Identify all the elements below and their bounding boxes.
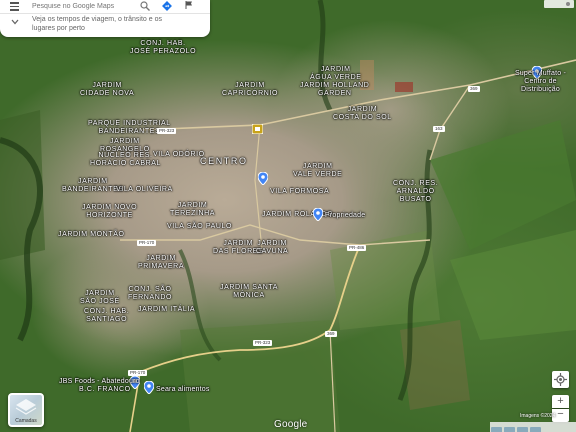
- search-panel: Veja os tempos de viagem, o trânsito e o…: [0, 0, 210, 37]
- my-location-button[interactable]: [552, 371, 569, 388]
- footer-bar: [490, 422, 576, 432]
- search-row: [0, 0, 210, 14]
- footer-icon[interactable]: [530, 427, 541, 432]
- label-jardim-terezinha: JARDIM TEREZINHA: [170, 202, 216, 217]
- map-pin-icon[interactable]: [144, 381, 154, 394]
- layers-button[interactable]: Camadas: [8, 393, 44, 427]
- collapse-toggle[interactable]: [544, 0, 574, 8]
- poi-jbs[interactable]: JBS Foods - Abatedouro: [59, 378, 140, 386]
- label-bc-franco: B.C. FRANCO: [79, 386, 131, 393]
- shopping-icon[interactable]: [252, 124, 263, 134]
- poi-super-muffato[interactable]: Super Muffato - Centro de Distribuição: [505, 70, 576, 94]
- label-jardim-primavera: JARDIM PRIMAVERA: [138, 255, 185, 270]
- label-vila-odorio: VILA ODÓRIO: [153, 151, 205, 158]
- directions-icon[interactable]: [162, 1, 172, 11]
- poi-propriedade[interactable]: Propriedade: [325, 212, 365, 220]
- zoom-in-button[interactable]: +: [552, 395, 569, 408]
- road-shield: PR-486: [347, 245, 367, 251]
- road-shield: PR-170: [137, 240, 157, 246]
- label-jardim-capricornio: JARDIM CAPRICÓRNIO: [222, 82, 278, 97]
- label-jardim-montao: JARDIM MONTÃO: [58, 231, 125, 238]
- road-shield: PR-323: [253, 340, 273, 346]
- label-nucleo-res: NÚCLEO RES. HORÁCIO CABRAL: [90, 152, 162, 167]
- footer-icon[interactable]: [504, 427, 515, 432]
- imagery-credit: Imagens ©2024: [520, 413, 556, 419]
- road-shield: 163: [433, 126, 445, 132]
- label-conj-hab-santiago: CONJ. HAB. SANTIAGO: [84, 308, 130, 323]
- road-shield: 369: [325, 331, 337, 337]
- search-icon[interactable]: [140, 1, 150, 11]
- poi-seara[interactable]: Seara alimentos: [156, 386, 210, 394]
- label-jardim-vale-verde: JARDIM VALE VERDE: [293, 163, 343, 178]
- footer-icon[interactable]: [517, 427, 528, 432]
- label-jardim-santa-monica: JARDIM SANTA MÔNICA: [220, 284, 279, 299]
- search-input[interactable]: [32, 0, 132, 12]
- layers-label: Camadas: [15, 418, 37, 424]
- map-pin-icon[interactable]: [258, 172, 268, 185]
- hint-row[interactable]: Veja os tempos de viagem, o trânsito e o…: [0, 14, 210, 37]
- label-jardim-italia: JARDIM ITÁLIA: [138, 306, 196, 313]
- my-location-icon: [554, 373, 567, 386]
- label-jardim-cavuna: JARDIM CAVUNA: [256, 240, 289, 255]
- label-jardim-agua-verde: JARDIM ÁGUA VERDE: [310, 66, 362, 81]
- layers-icon: [15, 399, 37, 415]
- label-conj-hab-jose-perazolo: CONJ. HAB. JOSÉ PERAZOLO: [130, 40, 197, 55]
- label-jardim-bandeirantes: JARDIM BANDEIRANTES: [62, 178, 124, 193]
- google-logo: Google: [274, 419, 308, 430]
- label-conj-sao-fernando: CONJ. SÃO FERNANDO: [128, 286, 173, 301]
- label-jardim-cidade-nova: JARDIM CIDADE NOVA: [80, 82, 135, 97]
- road-shield: 369: [468, 86, 480, 92]
- label-vila-formosa: VILA FORMOSA: [270, 188, 330, 195]
- chevron-down-icon[interactable]: [11, 19, 19, 25]
- label-jardim-sao-jose: JARDIM SÃO JOSÉ: [80, 290, 120, 305]
- hint-text: Veja os tempos de viagem, o trânsito e o…: [32, 16, 162, 32]
- label-jardim-holland-garden: JARDIM HOLLAND GARDEN: [300, 82, 370, 97]
- menu-icon[interactable]: [10, 2, 19, 11]
- label-vila-sao-paulo: VILA SÃO PAULO: [167, 223, 233, 230]
- footer-icon[interactable]: [491, 427, 502, 432]
- label-jardim-costa-do-sol: JARDIM COSTA DO SOL: [333, 106, 392, 121]
- satellite-map[interactable]: CONJ. HAB. JOSÉ PERAZOLO JARDIM CIDADE N…: [0, 0, 576, 432]
- label-vila-oliveira: VILA OLIVEIRA: [116, 186, 173, 193]
- label-jardim-novo-horizonte: JARDIM NOVO HORIZONTE: [82, 204, 138, 219]
- map-pin-icon[interactable]: [313, 208, 323, 221]
- label-conj-res-arnaldo-busato: CONJ. RES. ARNALDO BUSATO: [393, 180, 439, 203]
- label-centro: CENTRO: [200, 156, 248, 166]
- flag-icon[interactable]: [183, 0, 195, 10]
- road-shield: PR-323: [157, 128, 177, 134]
